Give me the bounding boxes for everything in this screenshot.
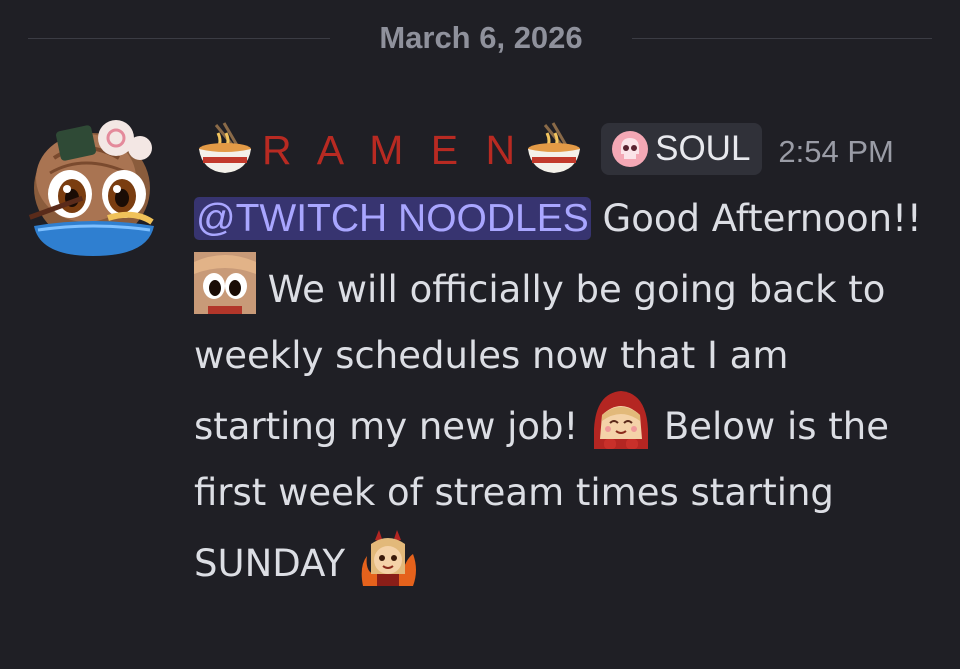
- username[interactable]: R A M E N: [262, 124, 523, 174]
- chat-view: March 6, 2026 R A M E N SOUL 2:54 PM @TW…: [0, 0, 960, 669]
- ramen-bowl-avatar-icon: [28, 120, 154, 256]
- role-tag[interactable]: SOUL: [601, 123, 763, 175]
- role-label: SOUL: [655, 129, 751, 168]
- divider-date: March 6, 2026: [379, 20, 583, 55]
- fire-horns-emoji-icon[interactable]: [357, 526, 419, 588]
- divider-line-left: [28, 38, 330, 39]
- timestamp[interactable]: 2:54 PM: [778, 128, 893, 170]
- ramen-emoji-icon: [199, 122, 251, 173]
- skull-icon: [612, 131, 649, 167]
- ramen-emoji-icon: [528, 122, 581, 173]
- user-mention[interactable]: @TWITCH NOODLES: [194, 197, 591, 240]
- avatar[interactable]: [24, 118, 162, 256]
- happy-girl-emoji-icon[interactable]: [590, 389, 652, 451]
- message-header: R A M E N SOUL 2:54 PM: [194, 116, 894, 182]
- big-eyes-emoji-icon[interactable]: [194, 252, 256, 314]
- message-content: @TWITCH NOODLES Good Afternoon!! We will…: [194, 186, 934, 597]
- divider-line-right: [632, 38, 932, 39]
- message-text-1: Good Afternoon!!: [590, 197, 922, 240]
